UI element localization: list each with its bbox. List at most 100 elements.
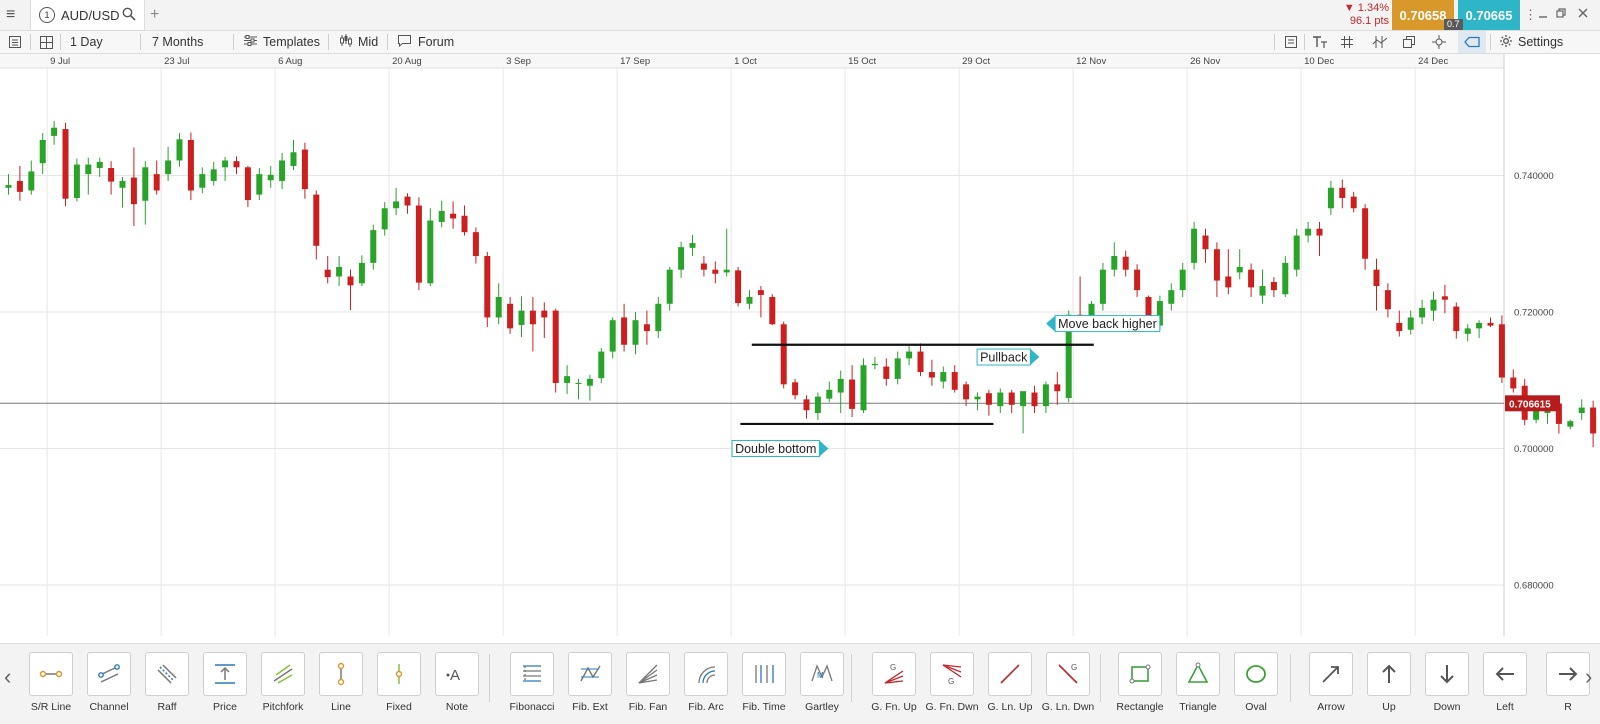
ask-price-button[interactable]: 0.70665 xyxy=(1458,0,1520,30)
templates-button[interactable]: Templates xyxy=(243,31,320,53)
fib-fan-icon[interactable] xyxy=(626,652,670,696)
scroll-right-icon[interactable]: › xyxy=(1585,664,1592,690)
tool-arrow-left[interactable]: Left xyxy=(1483,652,1527,713)
list-view-icon[interactable] xyxy=(8,31,22,53)
tab-symbol[interactable]: 1 AUD/USD xyxy=(30,0,145,30)
pitchfork-icon[interactable] xyxy=(261,652,305,696)
candle-body xyxy=(553,311,559,383)
layout-grid-icon[interactable] xyxy=(39,31,54,53)
tool-note[interactable]: ANote xyxy=(435,652,479,713)
candle-body xyxy=(313,195,319,246)
oval-icon[interactable] xyxy=(1234,652,1278,696)
arrow-down-icon[interactable] xyxy=(1425,652,1469,696)
annotation-text: Pullback xyxy=(980,351,1028,365)
arrow-icon[interactable] xyxy=(1309,652,1353,696)
candle-body xyxy=(188,140,194,191)
settings-button[interactable]: Settings xyxy=(1499,31,1563,53)
price-icon[interactable] xyxy=(203,652,247,696)
triangle-icon[interactable] xyxy=(1176,652,1220,696)
candle-body xyxy=(1271,282,1277,290)
fib-time-icon[interactable] xyxy=(742,652,786,696)
fib-ext-icon[interactable] xyxy=(568,652,612,696)
gann-line-up-icon[interactable] xyxy=(988,652,1032,696)
candle-body xyxy=(1225,276,1231,287)
raff-icon[interactable] xyxy=(145,652,189,696)
candle-body xyxy=(1351,197,1357,209)
candle-body xyxy=(245,167,251,200)
candle-body xyxy=(872,364,878,365)
interval-selector[interactable]: 1 Day xyxy=(70,31,103,53)
scroll-left-icon[interactable]: ‹ xyxy=(4,664,11,690)
candle-body xyxy=(792,382,798,395)
restore-icon[interactable] xyxy=(1555,7,1567,22)
arrow-right-icon[interactable] xyxy=(1546,652,1590,696)
more-icon[interactable]: ⋮ xyxy=(1524,7,1537,23)
toolbar-separator xyxy=(489,654,490,702)
candle-body xyxy=(450,214,456,219)
crosshair-icon[interactable] xyxy=(1432,31,1446,53)
search-icon[interactable] xyxy=(122,7,136,24)
fixed-icon[interactable] xyxy=(377,652,421,696)
fibonacci-icon[interactable] xyxy=(510,652,554,696)
candle-body xyxy=(291,152,297,166)
spread-badge: 0.7 xyxy=(1444,19,1463,30)
y-tick-label: 0.720000 xyxy=(1514,307,1554,318)
gann-fan-down-icon[interactable]: G xyxy=(930,652,974,696)
copy-icon[interactable] xyxy=(1402,31,1416,53)
list-icon[interactable] xyxy=(1284,31,1298,53)
minimize-icon[interactable] xyxy=(1537,7,1549,22)
candle-body xyxy=(804,399,810,410)
candle-body xyxy=(952,372,958,390)
arrow-left-icon[interactable] xyxy=(1483,652,1527,696)
note-icon[interactable]: A xyxy=(435,652,479,696)
candle-body xyxy=(1168,290,1174,304)
candle-body xyxy=(997,393,1003,407)
candle-body xyxy=(142,167,148,200)
chart-toolbar: 1 Day 7 Months Templates Mid Forum xyxy=(0,31,1600,54)
price-mode-button[interactable]: Mid xyxy=(339,31,378,53)
candle-body xyxy=(439,211,445,222)
candle-body xyxy=(1476,323,1482,328)
candle-body xyxy=(473,232,479,256)
candle-body xyxy=(63,129,69,199)
candle-body xyxy=(883,367,889,379)
tool-arrow-right[interactable]: R xyxy=(1546,652,1590,713)
hamburger-menu-icon[interactable]: ≡ xyxy=(6,0,15,30)
price-tag-icon[interactable] xyxy=(1458,31,1486,53)
indicators-icon[interactable] xyxy=(1372,31,1388,53)
candle-body xyxy=(1043,384,1049,406)
text-size-icon[interactable] xyxy=(1312,31,1328,53)
rectangle-icon[interactable] xyxy=(1118,652,1162,696)
candle-body xyxy=(541,311,547,318)
x-tick-label: 29 Oct xyxy=(962,56,990,67)
gartley-icon[interactable]: M xyxy=(800,652,844,696)
price-chart[interactable]: Double bottomPullbackMove back higher 9 … xyxy=(0,54,1600,643)
sr-line-icon[interactable] xyxy=(29,652,73,696)
fib-arc-icon[interactable] xyxy=(684,652,728,696)
candle-body xyxy=(199,174,205,188)
forum-button[interactable]: Forum xyxy=(397,31,454,53)
tool-gartley[interactable]: MGartley xyxy=(800,652,844,713)
chart-canvas[interactable]: Double bottomPullbackMove back higher 9 … xyxy=(0,54,1600,643)
gann-fan-up-icon[interactable]: G xyxy=(872,652,916,696)
tool-oval[interactable]: Oval xyxy=(1234,652,1278,713)
range-selector[interactable]: 7 Months xyxy=(152,31,203,53)
y-tick-label: 0.680000 xyxy=(1514,580,1554,591)
channel-icon[interactable] xyxy=(87,652,131,696)
candle-body xyxy=(690,243,696,248)
candle-body xyxy=(405,197,411,206)
candle-body xyxy=(154,174,160,190)
candle-body xyxy=(1180,270,1186,290)
arrow-up-icon[interactable] xyxy=(1367,652,1411,696)
gann-line-down-icon[interactable]: G xyxy=(1046,652,1090,696)
line-icon[interactable] xyxy=(319,652,363,696)
candle-body xyxy=(120,181,126,188)
close-icon[interactable] xyxy=(1577,7,1589,22)
add-tab-icon[interactable]: + xyxy=(150,0,159,30)
candle-body xyxy=(735,270,741,303)
tool-gann-line-down[interactable]: GG. Ln. Dwn xyxy=(1046,652,1090,713)
candle-body xyxy=(74,165,80,198)
candle-body xyxy=(678,247,684,270)
grid-icon[interactable] xyxy=(1340,31,1354,53)
x-tick-label: 12 Nov xyxy=(1076,56,1106,67)
